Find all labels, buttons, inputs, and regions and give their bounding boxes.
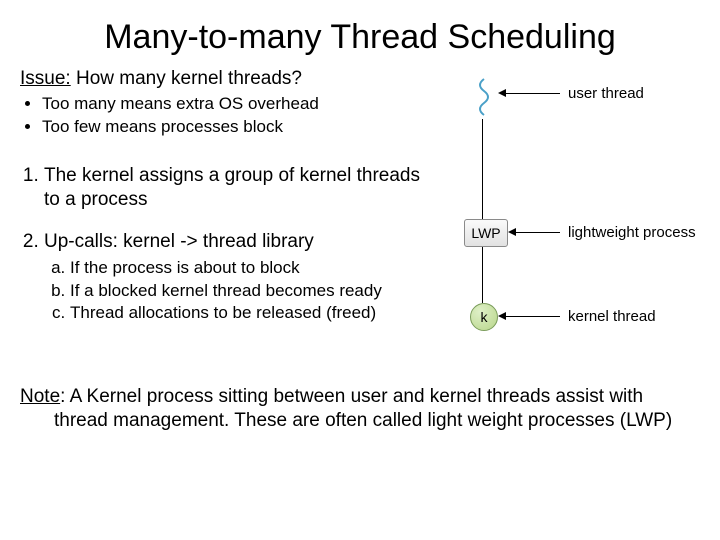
diagram-label-lwp: lightweight process xyxy=(568,224,696,241)
arrow-icon xyxy=(504,316,560,317)
list-item: Up-calls: kernel -> thread library If th… xyxy=(44,230,428,324)
list-item: If a blocked kernel thread becomes ready xyxy=(70,280,428,302)
numbered-text: The kernel assigns a group of kernel thr… xyxy=(44,165,420,210)
lwp-box: LWP xyxy=(464,219,508,247)
diagram-label-user-thread: user thread xyxy=(568,85,644,102)
arrow-icon xyxy=(514,232,560,233)
text-column: Issue: How many kernel threads? Too many… xyxy=(0,67,428,342)
issue-text: How many kernel threads? xyxy=(71,68,302,89)
slide-title: Many-to-many Thread Scheduling xyxy=(0,0,720,67)
list-item: Too few means processes block xyxy=(42,116,428,138)
numbered-text: Up-calls: kernel -> thread library xyxy=(44,231,314,252)
arrow-icon xyxy=(504,93,560,94)
list-item: Too many means extra OS overhead xyxy=(42,93,428,115)
note-block: Note: A Kernel process sitting between u… xyxy=(0,371,720,434)
kernel-circle: k xyxy=(470,303,498,331)
diagram-label-kernel-thread: kernel thread xyxy=(568,308,656,325)
numbered-list: The kernel assigns a group of kernel thr… xyxy=(20,164,428,324)
connector-line xyxy=(482,247,483,303)
slide: Many-to-many Thread Scheduling Issue: Ho… xyxy=(0,0,720,540)
connector-line xyxy=(482,119,483,219)
note-label: Note xyxy=(20,386,60,407)
list-item: Thread allocations to be released (freed… xyxy=(70,302,428,324)
issue-label: Issue: xyxy=(20,68,71,89)
sub-list: If the process is about to block If a bl… xyxy=(44,257,428,324)
list-item: If the process is about to block xyxy=(70,257,428,279)
diagram: user thread LWP lightweight process k ke… xyxy=(428,71,698,371)
issue-bullets: Too many means extra OS overhead Too few… xyxy=(20,93,428,138)
list-item: The kernel assigns a group of kernel thr… xyxy=(44,164,428,213)
note-line: Note: A Kernel process sitting between u… xyxy=(20,385,700,434)
slide-body: Issue: How many kernel threads? Too many… xyxy=(0,67,720,371)
note-text: : A Kernel process sitting between user … xyxy=(54,386,672,431)
issue-line: Issue: How many kernel threads? xyxy=(20,67,428,91)
user-thread-icon xyxy=(470,75,498,119)
